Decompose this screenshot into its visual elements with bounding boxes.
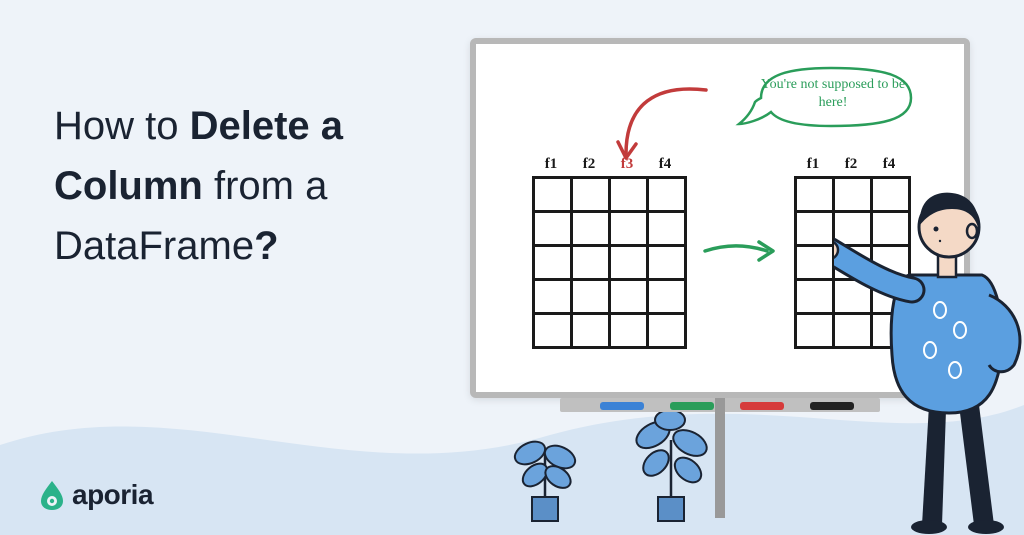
green-arrow-icon	[701, 236, 781, 266]
plant-illustration	[620, 405, 720, 525]
plant-illustration	[500, 415, 590, 525]
logo-icon	[38, 479, 66, 511]
marker-blue-icon	[600, 402, 644, 410]
page-title: How to Delete a Column from a DataFrame?	[54, 96, 434, 276]
person-illustration	[834, 155, 1024, 535]
whiteboard-stand	[715, 398, 725, 518]
logo-text: aporia	[72, 479, 153, 511]
marker-red-icon	[740, 402, 784, 410]
brand-logo: aporia	[38, 479, 153, 511]
title-qmark: ?	[254, 224, 278, 268]
col-header-bad: f3	[608, 156, 646, 173]
dataframe-before	[532, 176, 687, 349]
col-header: f2	[570, 156, 608, 173]
marker-green-icon	[670, 402, 714, 410]
speech-text: You're not supposed to be here!	[758, 76, 908, 112]
col-header: f4	[646, 156, 684, 173]
col-header: f1	[532, 156, 570, 173]
title-part1: How to	[54, 104, 190, 148]
col-header: f1	[794, 156, 832, 173]
